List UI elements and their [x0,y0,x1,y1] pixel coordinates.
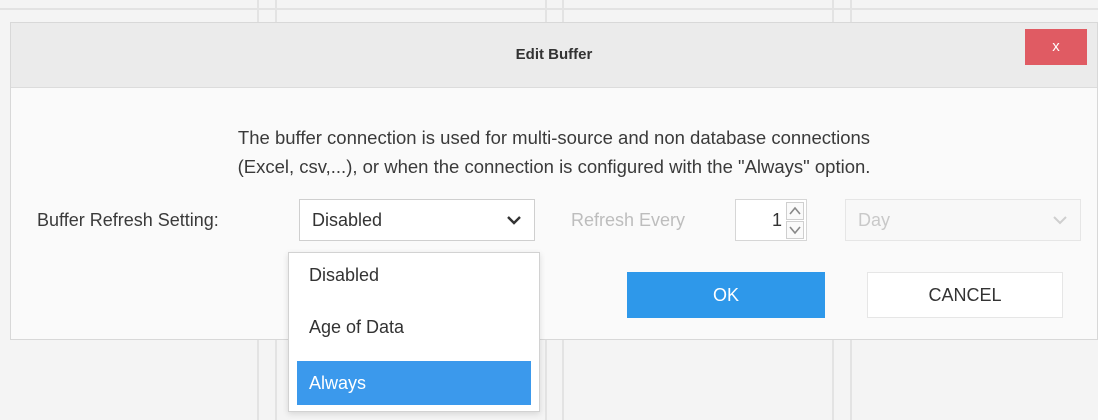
chevron-up-icon [789,206,801,215]
ok-button[interactable]: OK [627,272,825,318]
increment-button[interactable] [786,202,804,220]
buffer-refresh-select[interactable]: Disabled [299,199,535,241]
buffer-refresh-dropdown: Disabled Age of Data Always [288,252,540,412]
decrement-button[interactable] [786,221,804,239]
buffer-refresh-value: Disabled [312,210,383,230]
edit-buffer-dialog: Edit Buffer x The buffer connection is u… [10,22,1098,340]
description-line: The buffer connection is used for multi-… [237,127,871,148]
dropdown-option-age-of-data[interactable]: Age of Data [297,305,531,349]
chevron-down-icon [1053,216,1067,225]
refresh-every-label: Refresh Every [571,210,686,230]
buffer-refresh-label: Buffer Refresh Setting: [37,210,219,230]
grid-line [0,8,1098,10]
description-line: (Excel, csv,...), or when the connection… [237,156,871,177]
dialog-titlebar: Edit Buffer x [11,23,1097,88]
refresh-unit-value: Day [858,210,891,230]
chevron-down-icon [507,216,521,225]
refresh-unit-select[interactable]: Day [845,199,1081,241]
refresh-every-value: 1 [771,210,782,230]
chevron-down-icon [789,226,801,235]
close-button[interactable]: x [1025,29,1087,65]
refresh-every-stepper[interactable]: 1 [735,199,807,241]
cancel-button[interactable]: CANCEL [867,272,1063,318]
dialog-description: The buffer connection is used for multi-… [11,123,1097,181]
dropdown-option-always[interactable]: Always [297,361,531,405]
dropdown-option-disabled[interactable]: Disabled [297,253,531,297]
dialog-title: Edit Buffer [515,46,593,63]
